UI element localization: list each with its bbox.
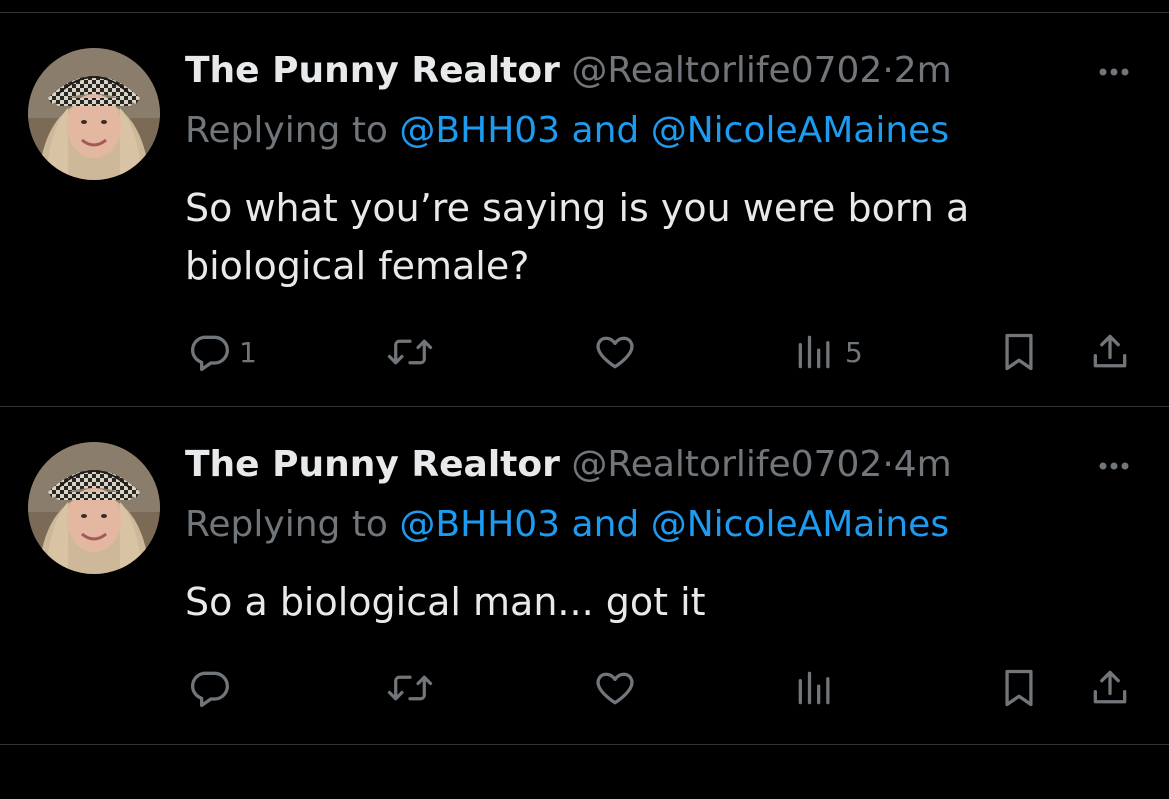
tweet-content: The Punny Realtor @Realtorlife0702·2m Re… bbox=[185, 47, 1139, 387]
display-name[interactable]: The Punny Realtor bbox=[185, 50, 560, 91]
views-button[interactable] bbox=[793, 664, 845, 712]
tweet-header: The Punny Realtor @Realtorlife0702·2m bbox=[185, 47, 952, 95]
retweet-icon bbox=[385, 666, 435, 710]
mention-link[interactable]: @BHH03 bbox=[399, 504, 560, 545]
reply-icon bbox=[187, 666, 231, 710]
timestamp[interactable]: 4m bbox=[894, 444, 952, 485]
bookmark-icon bbox=[997, 666, 1041, 710]
tweet-text: So what you’re saying is you were born a… bbox=[185, 186, 970, 288]
tweet-header: The Punny Realtor @Realtorlife0702·4m bbox=[185, 441, 952, 489]
like-button[interactable] bbox=[593, 328, 645, 376]
tweet[interactable]: The Punny Realtor @Realtorlife0702·2m Re… bbox=[0, 13, 1169, 405]
views-icon bbox=[793, 330, 837, 374]
separator-dot: · bbox=[882, 444, 894, 485]
reply-button[interactable]: 1 bbox=[187, 328, 257, 376]
bookmark-button[interactable] bbox=[997, 328, 1041, 376]
retweet-button[interactable] bbox=[385, 328, 443, 376]
tweet-text: So a biological man... got it bbox=[185, 580, 706, 624]
reply-button[interactable] bbox=[187, 664, 239, 712]
replying-prefix: Replying to bbox=[185, 110, 388, 151]
tweet-content: The Punny Realtor @Realtorlife0702·4m Re… bbox=[185, 441, 1139, 761]
like-button[interactable] bbox=[593, 664, 645, 712]
share-icon bbox=[1088, 330, 1132, 374]
avatar[interactable] bbox=[28, 442, 160, 574]
retweet-icon bbox=[385, 330, 435, 374]
heart-icon bbox=[593, 666, 637, 710]
replying-to: Replying to @BHH03 and @NicoleAMaines bbox=[185, 501, 949, 549]
views-icon bbox=[793, 666, 837, 710]
share-button[interactable] bbox=[1088, 664, 1132, 712]
action-bar: 1 5 bbox=[185, 328, 1139, 376]
more-icon[interactable] bbox=[1089, 57, 1139, 87]
views-button[interactable]: 5 bbox=[793, 328, 863, 376]
mention-conjunction: and bbox=[571, 110, 640, 151]
mention-link[interactable]: @NicoleAMaines bbox=[651, 110, 949, 151]
reply-icon bbox=[187, 330, 231, 374]
action-bar bbox=[185, 664, 1139, 712]
bookmark-icon bbox=[997, 330, 1041, 374]
mention-link[interactable]: @NicoleAMaines bbox=[651, 504, 949, 545]
share-icon bbox=[1088, 666, 1132, 710]
separator-dot: · bbox=[882, 50, 894, 91]
reply-count: 1 bbox=[239, 335, 257, 369]
view-count: 5 bbox=[845, 335, 863, 369]
user-handle[interactable]: @Realtorlife0702 bbox=[571, 444, 882, 485]
replying-prefix: Replying to bbox=[185, 504, 388, 545]
timestamp[interactable]: 2m bbox=[894, 50, 952, 91]
mention-link[interactable]: @BHH03 bbox=[399, 110, 560, 151]
display-name[interactable]: The Punny Realtor bbox=[185, 444, 560, 485]
mention-conjunction: and bbox=[571, 504, 640, 545]
replying-to: Replying to @BHH03 and @NicoleAMaines bbox=[185, 107, 949, 155]
share-button[interactable] bbox=[1088, 328, 1132, 376]
bookmark-button[interactable] bbox=[997, 664, 1041, 712]
heart-icon bbox=[593, 330, 637, 374]
more-icon[interactable] bbox=[1089, 451, 1139, 481]
bottom-divider bbox=[0, 744, 1169, 745]
retweet-button[interactable] bbox=[385, 664, 443, 712]
avatar[interactable] bbox=[28, 48, 160, 180]
tweet[interactable]: The Punny Realtor @Realtorlife0702·4m Re… bbox=[0, 407, 1169, 799]
user-handle[interactable]: @Realtorlife0702 bbox=[571, 50, 882, 91]
